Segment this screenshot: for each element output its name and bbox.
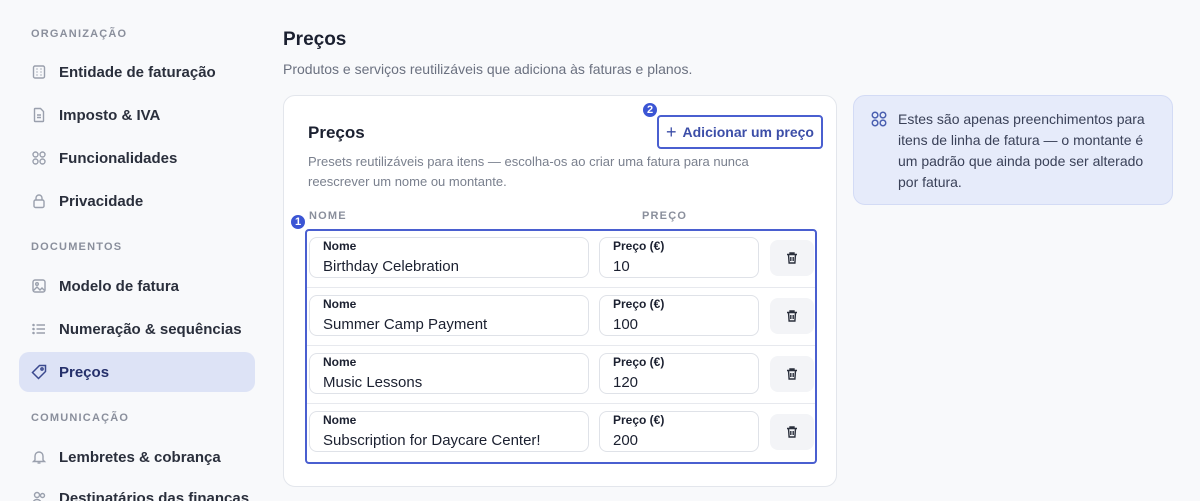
price-name-field[interactable]: Nome Birthday Celebration — [309, 237, 589, 278]
grid-icon — [870, 110, 888, 133]
info-text: Estes são apenas preenchimentos para ite… — [898, 111, 1145, 190]
field-label: Nome — [323, 413, 357, 427]
price-amount-field[interactable]: Preço (€) 10 — [599, 237, 759, 278]
field-label: Preço (€) — [613, 297, 665, 311]
tag-icon — [31, 364, 47, 380]
sidebar-item-label: Preços — [59, 363, 110, 381]
sidebar-item-imposto-iva[interactable]: Imposto & IVA — [19, 95, 255, 135]
price-amount-field[interactable]: Preço (€) 200 — [599, 411, 759, 452]
column-header-name: NOME — [309, 210, 347, 222]
trash-icon — [787, 426, 797, 438]
page-subtitle: Produtos e serviços reutilizáveis que ad… — [283, 61, 693, 77]
row-divider — [307, 345, 815, 346]
price-amount-value: 120 — [613, 374, 639, 391]
sidebar-item-label: Lembretes & cobrança — [59, 448, 221, 466]
field-label: Preço (€) — [613, 239, 665, 253]
field-label: Nome — [323, 355, 357, 369]
price-name-value: Subscription for Daycare Center! — [323, 432, 541, 449]
sidebar-item-privacidade[interactable]: Privacidade — [19, 181, 255, 221]
card-description: Presets reutilizáveis para itens — escol… — [308, 154, 749, 189]
price-name-field[interactable]: Nome Summer Camp Payment — [309, 295, 589, 336]
price-amount-field[interactable]: Preço (€) 120 — [599, 353, 759, 394]
column-header-price: PREÇO — [642, 210, 688, 222]
sidebar-item-label: Modelo de fatura — [59, 277, 180, 295]
row-divider — [307, 403, 815, 404]
delete-price-button[interactable] — [770, 356, 814, 392]
price-row: Nome Music Lessons Preço (€) 120 — [307, 347, 815, 405]
add-price-button[interactable]: + Adicionar um preço — [657, 115, 823, 149]
info-callout: Estes são apenas preenchimentos para ite… — [853, 95, 1173, 205]
price-name-value: Summer Camp Payment — [323, 316, 488, 333]
bell-icon — [31, 449, 47, 465]
prices-list: Nome Birthday Celebration Preço (€) 10 N… — [305, 229, 817, 464]
price-amount-value: 10 — [613, 258, 630, 275]
image-icon — [31, 278, 47, 294]
field-label: Preço (€) — [613, 355, 665, 369]
sidebar-item-funcionalidades[interactable]: Funcionalidades — [19, 138, 255, 178]
annotation-badge-2: 2 — [641, 101, 659, 119]
field-label: Nome — [323, 297, 357, 311]
card-title: Preços — [308, 123, 365, 142]
settings-sidebar: ORGANIZAÇÃO Entidade de faturação Impost… — [0, 0, 268, 501]
sidebar-item-precos[interactable]: Preços — [19, 352, 255, 392]
price-amount-value: 100 — [613, 316, 639, 333]
trash-icon — [787, 310, 797, 322]
lock-icon — [31, 193, 47, 209]
section-label-organizacao: ORGANIZAÇÃO — [31, 28, 128, 40]
price-name-value: Music Lessons — [323, 374, 423, 391]
building-icon — [31, 64, 47, 80]
price-name-field[interactable]: Nome Subscription for Daycare Center! — [309, 411, 589, 452]
price-amount-field[interactable]: Preço (€) 100 — [599, 295, 759, 336]
sidebar-item-label: Privacidade — [59, 192, 144, 210]
page-title: Preços — [283, 29, 347, 50]
delete-price-button[interactable] — [770, 298, 814, 334]
row-divider — [307, 287, 815, 288]
price-row: Nome Subscription for Daycare Center! Pr… — [307, 405, 815, 463]
annotation-badge-1: 1 — [289, 213, 307, 231]
price-row: Nome Summer Camp Payment Preço (€) 100 — [307, 289, 815, 347]
sidebar-item-destinatarios[interactable]: Destinatários das finanças — [19, 478, 255, 501]
sidebar-item-label: Destinatários das finanças — [59, 489, 250, 501]
delete-price-button[interactable] — [770, 414, 814, 450]
sidebar-item-label: Entidade de faturação — [59, 63, 216, 81]
grid-icon — [31, 150, 47, 166]
users-icon — [31, 490, 47, 501]
price-name-value: Birthday Celebration — [323, 258, 459, 275]
sidebar-item-modelo-fatura[interactable]: Modelo de fatura — [19, 266, 255, 306]
sidebar-item-label: Imposto & IVA — [59, 106, 161, 124]
price-row: Nome Birthday Celebration Preço (€) 10 — [307, 231, 815, 289]
prices-card: Preços Presets reutilizáveis para itens … — [283, 95, 837, 487]
section-label-comunicacao: COMUNICAÇÃO — [31, 412, 130, 424]
list-icon — [31, 321, 47, 337]
sidebar-item-numeracao[interactable]: Numeração & sequências — [19, 309, 255, 349]
trash-icon — [787, 252, 797, 264]
add-price-label: Adicionar um preço — [682, 124, 814, 140]
price-name-field[interactable]: Nome Music Lessons — [309, 353, 589, 394]
plus-icon: + — [666, 121, 677, 142]
field-label: Preço (€) — [613, 413, 665, 427]
sidebar-item-label: Funcionalidades — [59, 149, 178, 167]
sidebar-item-lembretes[interactable]: Lembretes & cobrança — [19, 437, 255, 477]
delete-price-button[interactable] — [770, 240, 814, 276]
trash-icon — [787, 368, 797, 380]
field-label: Nome — [323, 239, 357, 253]
section-label-documentos: DOCUMENTOS — [31, 241, 123, 253]
price-amount-value: 200 — [613, 432, 639, 449]
sidebar-item-label: Numeração & sequências — [59, 320, 242, 338]
sidebar-item-entidade-faturacao[interactable]: Entidade de faturação — [19, 52, 255, 92]
document-icon — [31, 107, 47, 123]
